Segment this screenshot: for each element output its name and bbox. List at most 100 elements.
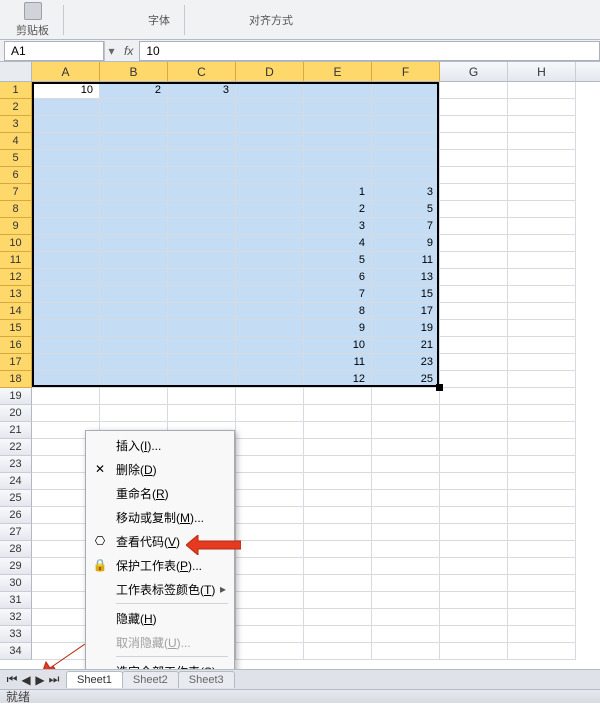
context-menu-item[interactable]: 移动或复制(M)... xyxy=(88,505,232,529)
cell[interactable]: 12 xyxy=(304,371,372,388)
row-header[interactable]: 6 xyxy=(0,167,32,184)
cell[interactable] xyxy=(168,337,236,354)
cell[interactable] xyxy=(440,507,508,524)
cell[interactable] xyxy=(508,150,576,167)
cell[interactable] xyxy=(236,473,304,490)
cell[interactable] xyxy=(168,235,236,252)
cell[interactable] xyxy=(236,354,304,371)
cell[interactable] xyxy=(372,507,440,524)
row-header[interactable]: 3 xyxy=(0,116,32,133)
cell[interactable] xyxy=(440,116,508,133)
row-header[interactable]: 9 xyxy=(0,218,32,235)
cell[interactable] xyxy=(508,422,576,439)
cell[interactable] xyxy=(236,252,304,269)
cell[interactable] xyxy=(304,99,372,116)
cell[interactable]: 10 xyxy=(304,337,372,354)
cell[interactable] xyxy=(508,218,576,235)
cell[interactable]: 5 xyxy=(372,201,440,218)
cell[interactable] xyxy=(32,405,100,422)
cell[interactable] xyxy=(440,269,508,286)
cell[interactable] xyxy=(508,541,576,558)
cell[interactable] xyxy=(372,82,440,99)
cell[interactable] xyxy=(508,337,576,354)
cell[interactable] xyxy=(236,388,304,405)
cell[interactable] xyxy=(508,167,576,184)
col-header-C[interactable]: C xyxy=(168,62,236,81)
row-header[interactable]: 21 xyxy=(0,422,32,439)
cell[interactable] xyxy=(508,269,576,286)
cell[interactable] xyxy=(32,303,100,320)
cell[interactable] xyxy=(372,388,440,405)
cell[interactable] xyxy=(236,558,304,575)
tab-nav-button[interactable]: ⏭ xyxy=(48,673,60,687)
row-header[interactable]: 2 xyxy=(0,99,32,116)
cell[interactable] xyxy=(168,320,236,337)
cell[interactable] xyxy=(440,150,508,167)
cell[interactable] xyxy=(440,439,508,456)
cell[interactable] xyxy=(32,116,100,133)
cell[interactable] xyxy=(440,456,508,473)
cell[interactable] xyxy=(100,405,168,422)
formula-input[interactable]: 10 xyxy=(139,41,600,61)
context-menu-item[interactable]: 隐藏(H) xyxy=(88,606,232,630)
cell[interactable] xyxy=(304,507,372,524)
cell[interactable] xyxy=(440,99,508,116)
cell[interactable] xyxy=(372,133,440,150)
context-menu-item[interactable]: 🔒保护工作表(P)... xyxy=(88,553,232,577)
cell[interactable] xyxy=(508,388,576,405)
cell[interactable] xyxy=(440,541,508,558)
cell[interactable] xyxy=(304,150,372,167)
row-header[interactable]: 32 xyxy=(0,609,32,626)
cell[interactable] xyxy=(508,286,576,303)
cell[interactable] xyxy=(304,524,372,541)
cell[interactable] xyxy=(236,99,304,116)
cell[interactable] xyxy=(168,388,236,405)
cell[interactable]: 1 xyxy=(304,184,372,201)
cell[interactable] xyxy=(236,592,304,609)
cell[interactable] xyxy=(100,354,168,371)
cell[interactable] xyxy=(508,490,576,507)
cell[interactable] xyxy=(168,99,236,116)
cell[interactable] xyxy=(440,388,508,405)
cell[interactable] xyxy=(440,82,508,99)
cell[interactable] xyxy=(236,218,304,235)
cell[interactable] xyxy=(236,201,304,218)
cell[interactable] xyxy=(372,456,440,473)
cell[interactable] xyxy=(236,439,304,456)
cell[interactable] xyxy=(236,286,304,303)
cell[interactable] xyxy=(372,150,440,167)
col-header-B[interactable]: B xyxy=(100,62,168,81)
cell[interactable] xyxy=(304,405,372,422)
cell[interactable] xyxy=(168,150,236,167)
cell[interactable] xyxy=(440,473,508,490)
cell[interactable] xyxy=(168,269,236,286)
row-header[interactable]: 5 xyxy=(0,150,32,167)
cell[interactable] xyxy=(372,541,440,558)
cell[interactable] xyxy=(304,592,372,609)
row-header[interactable]: 17 xyxy=(0,354,32,371)
row-header[interactable]: 20 xyxy=(0,405,32,422)
row-header[interactable]: 23 xyxy=(0,456,32,473)
cell[interactable] xyxy=(100,388,168,405)
cell[interactable] xyxy=(168,218,236,235)
cell[interactable] xyxy=(372,473,440,490)
cell[interactable] xyxy=(304,643,372,660)
sheet-tab[interactable]: Sheet2 xyxy=(122,671,179,688)
cell[interactable] xyxy=(372,575,440,592)
cell[interactable] xyxy=(168,354,236,371)
cell[interactable] xyxy=(100,235,168,252)
cell[interactable]: 10 xyxy=(32,82,100,99)
cell[interactable] xyxy=(440,405,508,422)
row-header[interactable]: 33 xyxy=(0,626,32,643)
cell[interactable] xyxy=(236,575,304,592)
cell[interactable] xyxy=(32,218,100,235)
cell[interactable] xyxy=(372,643,440,660)
row-header[interactable]: 34 xyxy=(0,643,32,660)
cell[interactable] xyxy=(100,167,168,184)
cell[interactable] xyxy=(100,99,168,116)
cell[interactable] xyxy=(440,592,508,609)
cell[interactable]: 7 xyxy=(304,286,372,303)
cell[interactable] xyxy=(440,337,508,354)
cell[interactable] xyxy=(304,609,372,626)
row-header[interactable]: 15 xyxy=(0,320,32,337)
